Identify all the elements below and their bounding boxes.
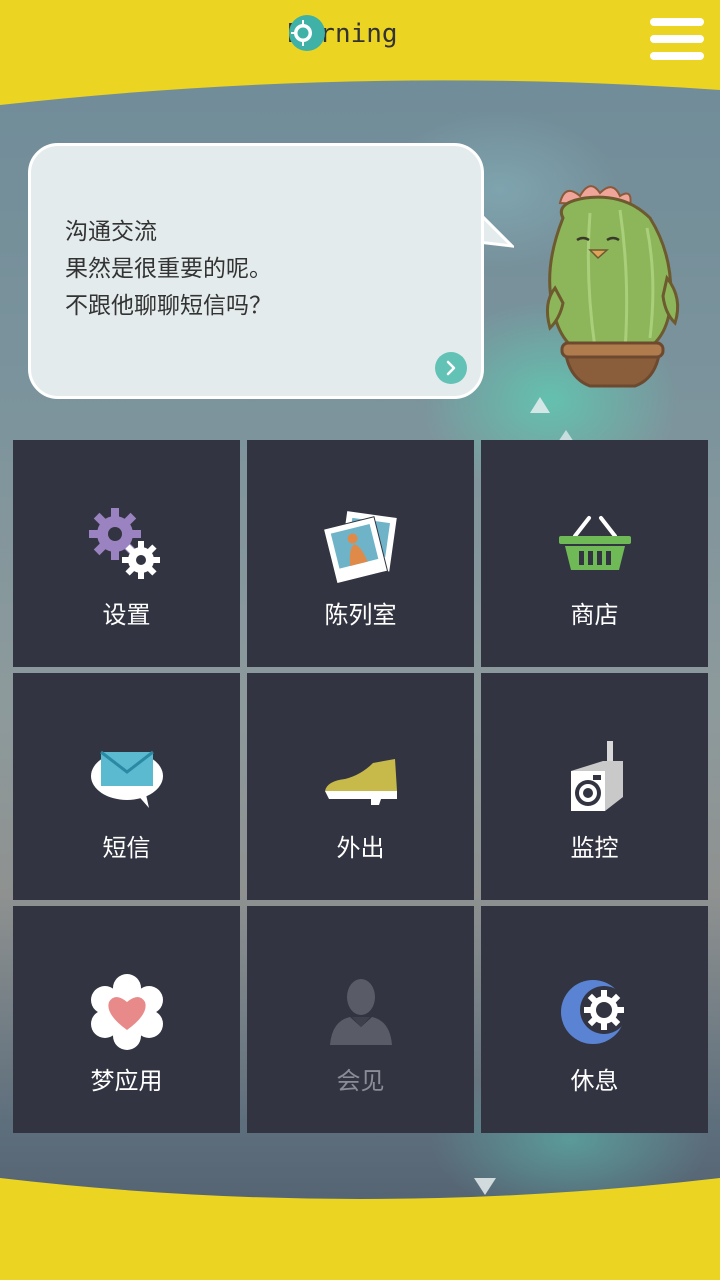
main-menu-grid: 设置 陈列室 商店 短信 外出 监控 梦应用 会见 休息 xyxy=(13,440,708,1133)
person-silhouette-icon xyxy=(329,979,392,1045)
clock-icon xyxy=(289,15,325,51)
tile-label: 陈列室 xyxy=(324,601,397,629)
dream-app-tile[interactable]: 梦应用 xyxy=(13,906,240,1133)
footer-bar xyxy=(0,1178,720,1280)
tile-label: 设置 xyxy=(102,601,151,629)
next-message-button[interactable] xyxy=(435,352,467,384)
shopping-basket-icon xyxy=(558,516,631,570)
shoe-icon xyxy=(324,759,397,805)
bubble-line: 沟通交流 xyxy=(65,219,157,245)
header-title: Morning xyxy=(288,14,398,54)
rest-tile[interactable]: 休息 xyxy=(481,906,708,1133)
tile-label: 梦应用 xyxy=(90,1067,163,1095)
messages-tile[interactable]: 短信 xyxy=(13,673,240,900)
header-bar: Morning xyxy=(0,0,720,110)
tile-label: 外出 xyxy=(336,834,385,862)
outing-tile[interactable]: 外出 xyxy=(247,673,474,900)
heart-flower-icon xyxy=(90,974,163,1050)
tile-label: 商店 xyxy=(570,601,619,629)
triangle-decoration-icon xyxy=(530,397,550,413)
photo-gallery-icon xyxy=(322,511,397,584)
gears-icon xyxy=(88,508,160,579)
message-envelope-icon xyxy=(90,750,163,808)
tile-label: 短信 xyxy=(102,834,151,862)
hamburger-menu-icon[interactable] xyxy=(650,18,704,68)
camera-monitor-icon xyxy=(570,741,623,811)
bubble-line: 果然是很重要的呢。 xyxy=(65,256,272,282)
meet-tile[interactable]: 会见 xyxy=(247,906,474,1133)
moon-rest-icon xyxy=(560,980,628,1044)
shop-tile[interactable]: 商店 xyxy=(481,440,708,667)
gallery-tile[interactable]: 陈列室 xyxy=(247,440,474,667)
monitor-tile[interactable]: 监控 xyxy=(481,673,708,900)
cactus-mascot[interactable] xyxy=(535,178,685,393)
speech-bubble[interactable]: 沟通交流 果然是很重要的呢。 不跟他聊聊短信吗？ xyxy=(28,143,484,399)
tile-label: 休息 xyxy=(570,1067,619,1095)
tile-label: 监控 xyxy=(570,834,619,862)
bubble-line: 不跟他聊聊短信吗？ xyxy=(65,293,272,319)
tile-label: 会见 xyxy=(336,1067,385,1095)
chevron-right-icon xyxy=(446,360,456,376)
bubble-message: 沟通交流 果然是很重要的呢。 不跟他聊聊短信吗？ xyxy=(65,214,272,325)
settings-tile[interactable]: 设置 xyxy=(13,440,240,667)
